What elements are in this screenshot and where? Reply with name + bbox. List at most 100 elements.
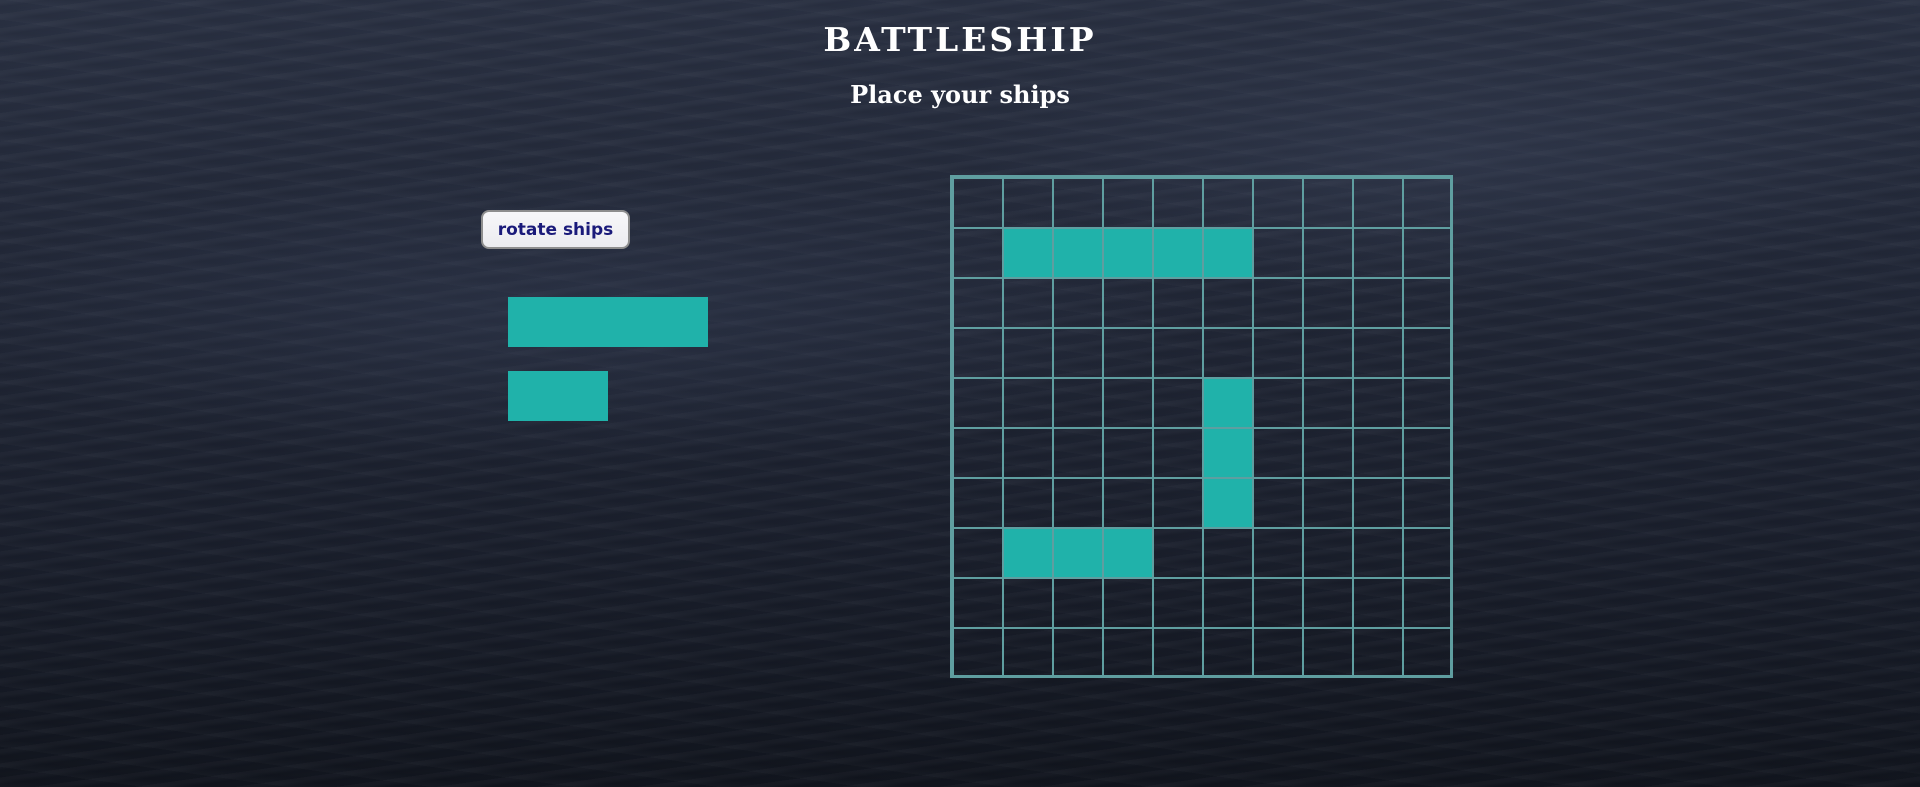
- board-cell[interactable]: [1003, 628, 1053, 678]
- board-cell[interactable]: [1253, 628, 1303, 678]
- board-cell[interactable]: [953, 278, 1003, 328]
- board-cell-ship[interactable]: [1003, 528, 1053, 578]
- board-cell[interactable]: [1103, 628, 1153, 678]
- board-cell[interactable]: [1153, 628, 1203, 678]
- board-cell[interactable]: [1153, 578, 1203, 628]
- board-cell[interactable]: [953, 178, 1003, 228]
- board-cell[interactable]: [953, 528, 1003, 578]
- board-cell[interactable]: [1353, 378, 1403, 428]
- board-cell-ship[interactable]: [1103, 528, 1153, 578]
- board-cell[interactable]: [1153, 478, 1203, 528]
- board-cell[interactable]: [1153, 378, 1203, 428]
- board-cell[interactable]: [1303, 578, 1353, 628]
- board-cell[interactable]: [1203, 178, 1253, 228]
- board-cell[interactable]: [1103, 378, 1153, 428]
- board-cell[interactable]: [1203, 328, 1253, 378]
- board-cell-ship[interactable]: [1203, 228, 1253, 278]
- board-cell[interactable]: [1403, 578, 1453, 628]
- board-cell[interactable]: [1003, 428, 1053, 478]
- board-cell[interactable]: [1353, 178, 1403, 228]
- board-cell[interactable]: [1403, 178, 1453, 228]
- board-cell[interactable]: [1253, 478, 1303, 528]
- board-cell[interactable]: [1253, 528, 1303, 578]
- board-cell[interactable]: [1353, 328, 1403, 378]
- board-cell[interactable]: [1003, 378, 1053, 428]
- board-cell[interactable]: [1103, 178, 1153, 228]
- board-cell[interactable]: [953, 428, 1003, 478]
- board-cell-ship[interactable]: [1203, 378, 1253, 428]
- board-cell[interactable]: [1053, 328, 1103, 378]
- board-cell[interactable]: [953, 378, 1003, 428]
- board-cell[interactable]: [1053, 478, 1103, 528]
- board-cell[interactable]: [1303, 528, 1353, 578]
- board-cell[interactable]: [1353, 278, 1403, 328]
- board-cell[interactable]: [1253, 278, 1303, 328]
- board-cell[interactable]: [1003, 178, 1053, 228]
- board-cell[interactable]: [1203, 628, 1253, 678]
- board-cell[interactable]: [1303, 428, 1353, 478]
- board-cell-ship[interactable]: [1053, 528, 1103, 578]
- board-cell[interactable]: [1103, 428, 1153, 478]
- board-cell[interactable]: [1253, 328, 1303, 378]
- board-cell[interactable]: [1403, 428, 1453, 478]
- board-cell[interactable]: [1403, 278, 1453, 328]
- board-cell[interactable]: [1003, 578, 1053, 628]
- board-cell[interactable]: [1053, 378, 1103, 428]
- board-cell[interactable]: [1253, 178, 1303, 228]
- board-cell[interactable]: [1153, 278, 1203, 328]
- board-cell[interactable]: [1053, 428, 1103, 478]
- board-cell[interactable]: [1103, 478, 1153, 528]
- board-cell[interactable]: [1153, 428, 1203, 478]
- rotate-ships-button[interactable]: rotate ships: [481, 210, 630, 249]
- board-cell[interactable]: [1203, 578, 1253, 628]
- board-cell[interactable]: [953, 228, 1003, 278]
- board-cell[interactable]: [1153, 328, 1203, 378]
- board-cell[interactable]: [1153, 528, 1203, 578]
- board-cell[interactable]: [953, 328, 1003, 378]
- board-cell[interactable]: [953, 578, 1003, 628]
- board-cell[interactable]: [1303, 378, 1353, 428]
- board-cell-ship[interactable]: [1103, 228, 1153, 278]
- board-cell-ship[interactable]: [1053, 228, 1103, 278]
- board-cell[interactable]: [1403, 378, 1453, 428]
- board-cell[interactable]: [1353, 528, 1403, 578]
- board-cell[interactable]: [1303, 628, 1353, 678]
- board-cell[interactable]: [1103, 578, 1153, 628]
- board-cell[interactable]: [1303, 478, 1353, 528]
- board-cell[interactable]: [1403, 528, 1453, 578]
- board-cell[interactable]: [1253, 228, 1303, 278]
- board-cell[interactable]: [1103, 278, 1153, 328]
- board-cell[interactable]: [1203, 278, 1253, 328]
- board-cell[interactable]: [1103, 328, 1153, 378]
- board-cell[interactable]: [1003, 328, 1053, 378]
- board-cell[interactable]: [1403, 328, 1453, 378]
- board-cell[interactable]: [1303, 178, 1353, 228]
- board-cell[interactable]: [1253, 578, 1303, 628]
- board-cell[interactable]: [1353, 428, 1403, 478]
- board-cell[interactable]: [1303, 328, 1353, 378]
- board-cell[interactable]: [1353, 578, 1403, 628]
- board-cell[interactable]: [1403, 228, 1453, 278]
- board-cell[interactable]: [1003, 278, 1053, 328]
- board-cell[interactable]: [1053, 628, 1103, 678]
- board-cell-ship[interactable]: [1003, 228, 1053, 278]
- board-cell[interactable]: [1353, 628, 1403, 678]
- board-cell[interactable]: [1203, 528, 1253, 578]
- board-cell[interactable]: [1053, 578, 1103, 628]
- board-cell[interactable]: [953, 478, 1003, 528]
- board-cell-ship[interactable]: [1153, 228, 1203, 278]
- board-cell[interactable]: [1053, 278, 1103, 328]
- board-cell[interactable]: [1153, 178, 1203, 228]
- dock-ship-length-4[interactable]: [508, 297, 708, 347]
- board-cell[interactable]: [1003, 478, 1053, 528]
- board-cell[interactable]: [1403, 628, 1453, 678]
- board-cell[interactable]: [1253, 428, 1303, 478]
- board-cell-ship[interactable]: [1203, 428, 1253, 478]
- board-cell[interactable]: [1253, 378, 1303, 428]
- board-cell-ship[interactable]: [1203, 478, 1253, 528]
- board-cell[interactable]: [953, 628, 1003, 678]
- board-cell[interactable]: [1303, 228, 1353, 278]
- board-cell[interactable]: [1053, 178, 1103, 228]
- dock-ship-length-2[interactable]: [508, 371, 608, 421]
- board-cell[interactable]: [1403, 478, 1453, 528]
